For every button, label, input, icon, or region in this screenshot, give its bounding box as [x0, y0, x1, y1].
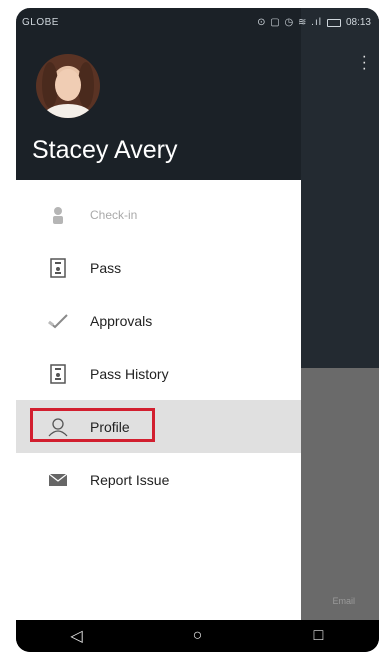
- person-icon: [46, 203, 70, 227]
- menu-item-profile[interactable]: Profile: [16, 400, 301, 453]
- recents-icon[interactable]: □: [289, 627, 349, 645]
- pass-icon: [46, 256, 70, 280]
- android-nav-bar: ◁ ○ □: [16, 620, 379, 652]
- navigation-drawer: Stacey Avery Check-in Pass Approvals Pas…: [16, 8, 301, 628]
- menu-item-approvals[interactable]: Approvals: [16, 294, 301, 347]
- battery-icon: [326, 18, 341, 27]
- pass-history-icon: [46, 362, 70, 386]
- menu-item-label: Check-in: [90, 207, 138, 222]
- status-bar: GLOBE ⊙ ▢ ◷ ≋ .ıl 08:13: [16, 8, 379, 36]
- background-footer-text: Email: [332, 596, 355, 606]
- menu-item-label: Pass: [90, 259, 122, 276]
- menu-item-label: Approvals: [90, 312, 153, 329]
- menu-item-check-in[interactable]: Check-in: [16, 188, 301, 241]
- menu-item-label: Report Issue: [90, 471, 170, 488]
- check-icon: [46, 309, 70, 333]
- highlight-box: [30, 408, 155, 442]
- kebab-icon[interactable]: · · ·: [362, 49, 367, 77]
- menu-item-report-issue[interactable]: Report Issue: [16, 453, 301, 506]
- clock: 08:13: [345, 17, 371, 28]
- menu-item-pass[interactable]: Pass: [16, 241, 301, 294]
- status-icons: ⊙ ▢ ◷ ≋ .ıl: [257, 17, 322, 28]
- phone-screen: · · · Email GLOBE ⊙ ▢ ◷ ≋ .ıl 08:13 Stacey…: [16, 8, 379, 652]
- back-icon[interactable]: ◁: [47, 626, 107, 646]
- carrier-label: GLOBE: [22, 17, 59, 28]
- avatar-face: [55, 69, 81, 101]
- avatar[interactable]: [36, 54, 100, 118]
- drawer-menu: Check-in Pass Approvals Pass History Pro…: [16, 188, 301, 506]
- menu-item-label: Pass History: [90, 365, 169, 382]
- user-name: Stacey Avery: [32, 136, 178, 164]
- home-icon[interactable]: ○: [168, 627, 228, 645]
- envelope-icon: [46, 468, 70, 492]
- status-right: ⊙ ▢ ◷ ≋ .ıl 08:13: [257, 17, 371, 28]
- menu-item-pass-history[interactable]: Pass History: [16, 347, 301, 400]
